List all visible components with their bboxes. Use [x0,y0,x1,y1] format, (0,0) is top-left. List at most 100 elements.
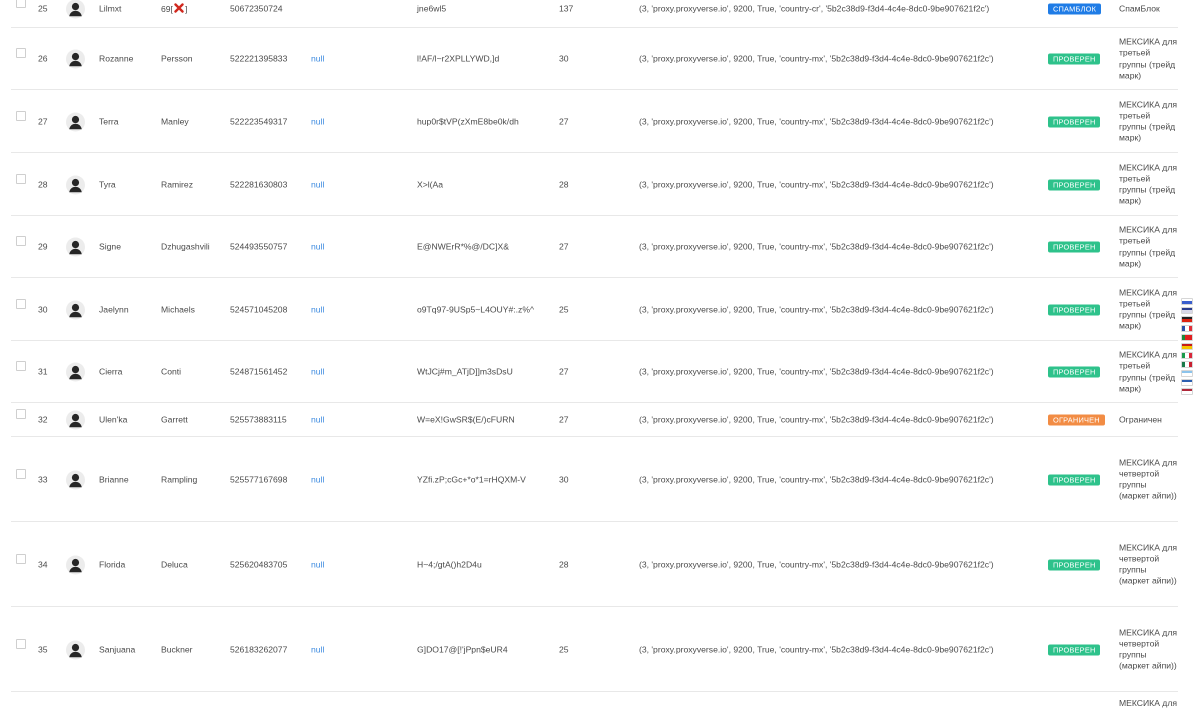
last-name-text: Garrett [161,414,188,425]
status-badge: ПРОВЕРЕН [1048,304,1101,315]
status-note: МЕКСИКА для четвертой группы (маркет айп… [1119,626,1177,671]
age: 27 [559,414,569,425]
france-flag[interactable] [1181,325,1193,332]
row-checkbox[interactable] [16,361,26,371]
table-row[interactable]: 35 Sanjuana Buckner 526183262077 null G]DO17@… [0,607,1180,692]
status-badge: ПРОВЕРЕН [1048,474,1101,485]
table-row[interactable]: МЕКСИКА для [0,692,1180,718]
row-number: 28 [38,179,48,189]
status-badge: ПРОВЕРЕН [1048,644,1101,655]
null-link[interactable]: null [311,415,324,426]
password: YZfi.zP;cGc+*o*1=rHQXM-V [417,474,526,484]
first-name: Brianne [99,474,129,484]
table-row[interactable]: 26 Rozanne Persson 522221395833 null l!AF/l~r… [0,28,1180,90]
proxy-config: (3, 'proxy.proxyverse.io', 9200, True, '… [639,644,994,654]
row-checkbox[interactable] [16,173,26,184]
row-number: 26 [38,53,48,64]
row-checkbox[interactable] [16,553,26,564]
first-name: Florida [99,559,126,569]
null-link[interactable]: null [311,54,324,65]
phone-number: 50672350724 [230,3,283,14]
proxy-config: (3, 'proxy.proxyverse.io', 9200, True, '… [639,241,994,252]
row-checkbox[interactable] [16,110,26,121]
avatar-icon [66,49,85,69]
last-name-text: Ramirez [161,179,193,189]
last-name-text: Deluca [161,559,188,569]
null-link[interactable]: null [311,179,324,190]
status-note: Ограничен [1119,414,1162,425]
null-link[interactable]: null [311,559,324,570]
table-row[interactable]: 29 Signe Dzhugashvili 524493550757 null E@NWE… [0,216,1180,278]
table-row[interactable]: 33 Brianne Rampling 525577167698 null YZfi.zP… [0,437,1180,522]
last-name-text: Persson [161,53,193,64]
password: W=eX!GwSR$(E/)cFURN [417,414,515,425]
phone-number: 524493550757 [230,241,288,252]
last-name-text: Conti [161,366,182,377]
last-name: Ramirez [161,179,193,190]
password: G]DO17@[!'jPpn$eUR4 [417,644,508,654]
italy-flag[interactable] [1181,352,1193,359]
table-row[interactable]: 31 Cierra Conti 524871561452 null WtJCj#m_ATj… [0,341,1180,403]
first-name: Ulen'ka [99,414,128,425]
age: 28 [559,559,569,569]
age: 27 [559,241,569,252]
phone-number: 525577167698 [230,474,288,484]
avatar-icon [66,237,85,257]
last-name: Garrett [161,415,188,426]
status-badge: ПРОВЕРЕН [1048,53,1101,65]
row-checkbox[interactable] [16,409,26,419]
proxy-config: (3, 'proxy.proxyverse.io', 9200, True, '… [639,414,994,425]
row-checkbox[interactable] [16,298,26,309]
null-link[interactable]: null [311,304,324,315]
portugal-flag[interactable] [1181,334,1193,341]
status-note: МЕКСИКА для третьей группы (трейд марк) [1119,224,1177,269]
phone-number: 522281630803 [230,179,288,189]
last-name: 69[] [161,3,187,15]
table-row[interactable]: 27 Terra Manley 522223549317 null hup0r$tVP(z… [0,90,1180,153]
phone-number: 524571045208 [230,304,288,314]
row-checkbox[interactable] [16,0,26,8]
proxy-config: (3, 'proxy.proxyverse.io', 9200, True, '… [639,3,990,14]
table-row[interactable]: 32 Ulen'ka Garrett 525573883115 null W=eX!GwS… [0,403,1180,437]
avatar-icon [66,362,85,382]
null-link[interactable]: null [311,367,324,378]
argentina-flag[interactable] [1181,370,1193,377]
russia-flag[interactable] [1181,298,1193,305]
netherlands-flag[interactable] [1181,388,1193,395]
germany-flag[interactable] [1181,316,1193,323]
greece-flag[interactable] [1181,379,1193,386]
table-row[interactable]: 25 Lilmxt 69[] 50672350724 jne6wl5 137 (3, 'pr… [0,0,1180,28]
status-note: МЕКСИКА для третьей группы (трейд марк) [1119,286,1177,331]
first-name: Sanjuana [99,644,136,654]
null-link[interactable]: null [311,242,324,253]
row-number: 34 [38,559,48,569]
status-note: МЕКСИКА для [1119,698,1177,708]
mexico-flag[interactable] [1181,361,1193,368]
null-link[interactable]: null [311,644,324,655]
x-icon [174,3,184,13]
uk-flag[interactable] [1181,307,1193,314]
age: 25 [559,644,569,654]
null-link[interactable]: null [311,474,324,485]
row-checkbox[interactable] [16,638,26,649]
password: H~4;/gtA()h2D4u [417,559,482,569]
last-name-text: Manley [161,116,189,126]
row-checkbox[interactable] [16,468,26,479]
table-row[interactable]: 28 Tyra Ramirez 522281630803 null X>l(Aa 28 (3,… [0,153,1180,216]
password: X>l(Aa [417,179,444,189]
last-name-text: 69[ [161,4,173,14]
status-note: МЕКСИКА для четвертой группы (маркет айп… [1119,541,1177,586]
row-checkbox[interactable] [16,48,26,58]
row-checkbox[interactable] [16,236,26,246]
table-row[interactable]: 34 Florida Deluca 525620483705 null H~4;/gtA(… [0,522,1180,607]
last-name: Manley [161,116,189,127]
phone-number: 525573883115 [230,414,287,425]
null-link[interactable]: null [311,116,324,127]
age: 27 [559,366,569,377]
spain-flag[interactable] [1181,343,1193,350]
status-badge: ПРОВЕРЕН [1048,116,1101,127]
last-name-text: Dzhugashvili [161,241,210,252]
avatar-icon [66,555,85,574]
age: 30 [559,474,569,484]
table-row[interactable]: 30 Jaelynn Michaels 524571045208 null o9Tq97-… [0,278,1180,341]
